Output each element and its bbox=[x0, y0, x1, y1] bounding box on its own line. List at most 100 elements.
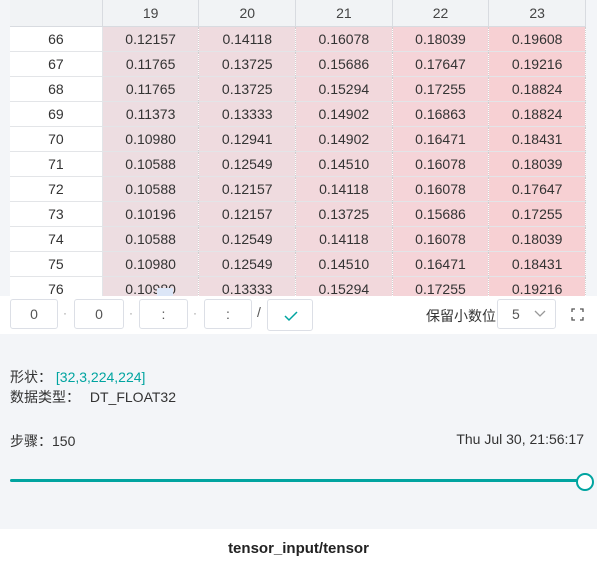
dtype-label: 数据类型： bbox=[10, 389, 80, 405]
dtype-value: DT_FLOAT32 bbox=[89, 389, 176, 405]
table-cell[interactable]: 0.16471 bbox=[392, 251, 490, 277]
tensor-table[interactable]: 19 20 21 22 23 66 0.12157 0.14118 0.16078 0.… bbox=[10, 0, 586, 296]
shape-label: 形状： bbox=[10, 369, 52, 385]
row-index: 66 bbox=[10, 26, 103, 52]
table-cell[interactable]: 0.11765 bbox=[102, 76, 200, 102]
table-cell[interactable]: 0.11765 bbox=[102, 51, 200, 77]
table-cell[interactable]: 0.18039 bbox=[488, 151, 586, 177]
table-cell[interactable]: 0.15294 bbox=[295, 76, 393, 102]
table-cell[interactable]: 0.17647 bbox=[488, 176, 586, 202]
table-cell[interactable]: 0.16078 bbox=[295, 26, 393, 52]
table-cell[interactable]: 0.13725 bbox=[198, 51, 297, 77]
table-cell[interactable]: 0.18431 bbox=[488, 126, 586, 152]
table-cell[interactable]: 0.12549 bbox=[198, 226, 297, 252]
table-cell[interactable]: 0.12549 bbox=[198, 251, 297, 277]
decimal-places-select[interactable]: 5 bbox=[497, 299, 556, 329]
table-cell[interactable]: 0.16471 bbox=[392, 126, 490, 152]
table-cell[interactable]: 0.12157 bbox=[198, 201, 297, 227]
table-cell[interactable]: 0.19216 bbox=[488, 276, 586, 296]
table-cell[interactable]: 0.18039 bbox=[392, 26, 490, 52]
shape-value: [32,3,224,224] bbox=[55, 369, 146, 385]
dim0-input[interactable]: 0 bbox=[10, 299, 58, 329]
table-cell[interactable]: 0.10980 bbox=[102, 251, 200, 277]
table-row: 70 0.10980 0.12941 0.14902 0.16471 0.18431 bbox=[10, 126, 586, 152]
table-cell[interactable]: 0.17255 bbox=[488, 201, 586, 227]
table-cell[interactable]: 0.17255 bbox=[392, 76, 490, 102]
table-cell[interactable]: 0.13333 bbox=[198, 276, 297, 296]
table-cell[interactable]: 0.14902 bbox=[295, 101, 393, 127]
table-cell[interactable]: 0.16863 bbox=[392, 101, 490, 127]
row-index: 70 bbox=[10, 126, 103, 152]
dim2-input[interactable]: : bbox=[139, 299, 188, 329]
table-row: 66 0.12157 0.14118 0.16078 0.18039 0.19608 bbox=[10, 26, 586, 52]
separator-dot: · bbox=[63, 306, 67, 320]
table-cell[interactable]: 0.19216 bbox=[488, 51, 586, 77]
step-timestamp: Thu Jul 30, 21:56:17 bbox=[456, 431, 584, 447]
column-header: 22 bbox=[392, 0, 490, 27]
table-cell[interactable]: 0.14118 bbox=[198, 26, 297, 52]
dtype-info: 数据类型： DT_FLOAT32 bbox=[10, 387, 176, 407]
row-index: 75 bbox=[10, 251, 103, 277]
row-index: 73 bbox=[10, 201, 103, 227]
table-cell[interactable]: 0.17255 bbox=[392, 276, 490, 296]
table-row: 75 0.10980 0.12549 0.14510 0.16471 0.18431 bbox=[10, 251, 586, 277]
separator-slash: / bbox=[257, 304, 261, 320]
table-row: 73 0.10196 0.12157 0.13725 0.15686 0.17255 bbox=[10, 201, 586, 227]
table-cell[interactable]: 0.14510 bbox=[295, 151, 393, 177]
table-row: 67 0.11765 0.13725 0.15686 0.17647 0.19216 bbox=[10, 51, 586, 77]
table-cell[interactable]: 0.10588 bbox=[102, 176, 200, 202]
tensor-panel: 19 20 21 22 23 66 0.12157 0.14118 0.16078 0.… bbox=[0, 0, 597, 529]
table-cell[interactable]: 0.16078 bbox=[392, 226, 490, 252]
table-row: 71 0.10588 0.12549 0.14510 0.16078 0.18039 bbox=[10, 151, 586, 177]
dim3-input[interactable]: : bbox=[204, 299, 252, 329]
decimal-places-label: 保留小数位 bbox=[426, 308, 496, 324]
table-cell[interactable]: 0.16078 bbox=[392, 151, 490, 177]
step-info: 步骤：150 bbox=[10, 431, 75, 451]
step-slider-track[interactable] bbox=[10, 479, 578, 482]
table-cell[interactable]: 0.18431 bbox=[488, 251, 586, 277]
table-cell[interactable]: 0.14118 bbox=[295, 176, 393, 202]
table-cell[interactable]: 0.11373 bbox=[102, 101, 200, 127]
table-cell[interactable]: 0.10196 bbox=[102, 201, 200, 227]
table-cell[interactable]: 0.12157 bbox=[102, 26, 200, 52]
table-cell[interactable]: 0.16078 bbox=[392, 176, 490, 202]
confirm-button[interactable] bbox=[267, 299, 313, 331]
table-cell[interactable]: 0.13333 bbox=[198, 101, 297, 127]
expand-icon[interactable] bbox=[571, 308, 584, 321]
table-cell[interactable]: 0.10980 bbox=[102, 276, 200, 296]
table-cell[interactable]: 0.10588 bbox=[102, 226, 200, 252]
table-row: 69 0.11373 0.13333 0.14902 0.16863 0.18824 bbox=[10, 101, 586, 127]
table-header-row: 19 20 21 22 23 bbox=[10, 0, 586, 27]
table-cell[interactable]: 0.13725 bbox=[198, 76, 297, 102]
table-cell[interactable]: 0.10980 bbox=[102, 126, 200, 152]
table-cell[interactable]: 0.15686 bbox=[295, 51, 393, 77]
table-cell[interactable]: 0.12549 bbox=[198, 151, 297, 177]
column-header: 23 bbox=[488, 0, 586, 27]
check-icon bbox=[284, 311, 298, 322]
table-cell[interactable]: 0.18824 bbox=[488, 76, 586, 102]
table-cell[interactable]: 0.14510 bbox=[295, 251, 393, 277]
dim1-input[interactable]: 0 bbox=[74, 299, 124, 329]
scroll-indicator bbox=[157, 288, 173, 296]
table-cell[interactable]: 0.14902 bbox=[295, 126, 393, 152]
table-cell[interactable]: 0.15686 bbox=[392, 201, 490, 227]
row-index: 68 bbox=[10, 76, 103, 102]
column-header: 21 bbox=[295, 0, 393, 27]
table-cell[interactable]: 0.12157 bbox=[198, 176, 297, 202]
table-cell[interactable]: 0.12941 bbox=[198, 126, 297, 152]
table-cell[interactable]: 0.10588 bbox=[102, 151, 200, 177]
row-index: 71 bbox=[10, 151, 103, 177]
table-cell[interactable]: 0.14118 bbox=[295, 226, 393, 252]
table-cell[interactable]: 0.17647 bbox=[392, 51, 490, 77]
step-slider-handle[interactable] bbox=[576, 473, 594, 491]
table-cell[interactable]: 0.15294 bbox=[295, 276, 393, 296]
separator-dot: · bbox=[129, 306, 133, 320]
table-cell[interactable]: 0.13725 bbox=[295, 201, 393, 227]
table-row: 72 0.10588 0.12157 0.14118 0.16078 0.17647 bbox=[10, 176, 586, 202]
row-index: 69 bbox=[10, 101, 103, 127]
table-cell[interactable]: 0.18824 bbox=[488, 101, 586, 127]
row-index: 72 bbox=[10, 176, 103, 202]
table-cell[interactable]: 0.18039 bbox=[488, 226, 586, 252]
table-cell[interactable]: 0.19608 bbox=[488, 26, 586, 52]
step-label: 步骤： bbox=[10, 433, 52, 449]
